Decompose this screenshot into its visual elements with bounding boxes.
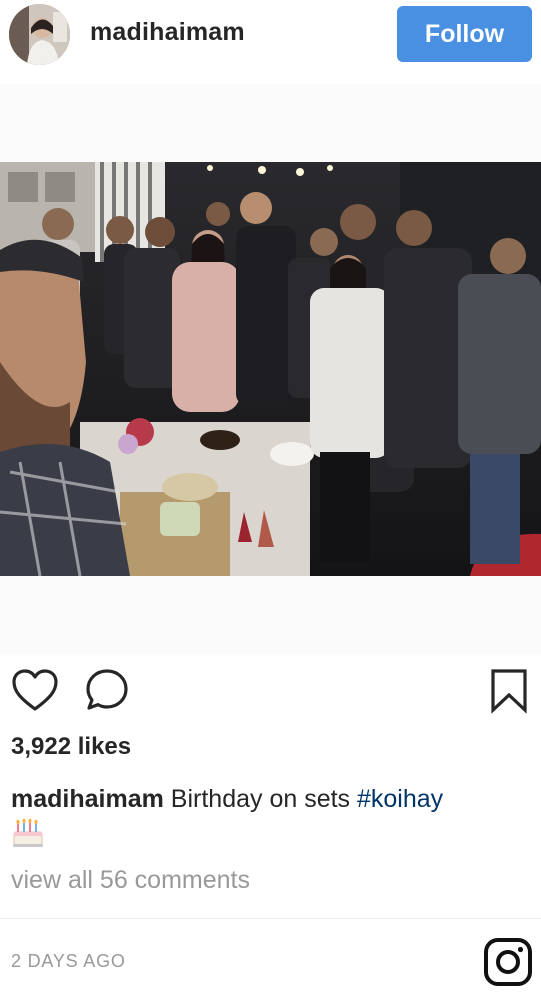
view-comments-link[interactable]: view all 56 comments	[11, 866, 250, 895]
likes-count[interactable]: 3,922 likes	[11, 733, 131, 761]
follow-button[interactable]: Follow	[397, 6, 532, 62]
birthday-cake-icon	[11, 815, 45, 849]
post-actions-bar	[0, 666, 541, 716]
group-photo-image	[0, 162, 541, 576]
caption-username[interactable]: madihaimam	[11, 785, 164, 813]
caption-text: Birthday on sets	[163, 785, 357, 813]
caption-hashtag[interactable]: #koihay	[357, 785, 443, 813]
post-photo[interactable]	[0, 162, 541, 576]
heart-icon[interactable]	[10, 666, 60, 716]
avatar-image	[9, 4, 70, 65]
footer-divider	[0, 918, 541, 919]
post-timestamp: 2 DAYS AGO	[11, 951, 126, 971]
post-caption: madihaimam Birthday on sets #koihay	[11, 782, 531, 816]
post-username[interactable]: madihaimam	[90, 18, 245, 47]
avatar[interactable]	[9, 4, 70, 65]
post-header: madihaimam Follow	[0, 0, 541, 68]
instagram-logo-icon[interactable]	[483, 937, 533, 987]
bookmark-icon[interactable]	[484, 666, 534, 716]
post-media-frame	[0, 84, 541, 654]
comment-icon[interactable]	[82, 666, 132, 716]
